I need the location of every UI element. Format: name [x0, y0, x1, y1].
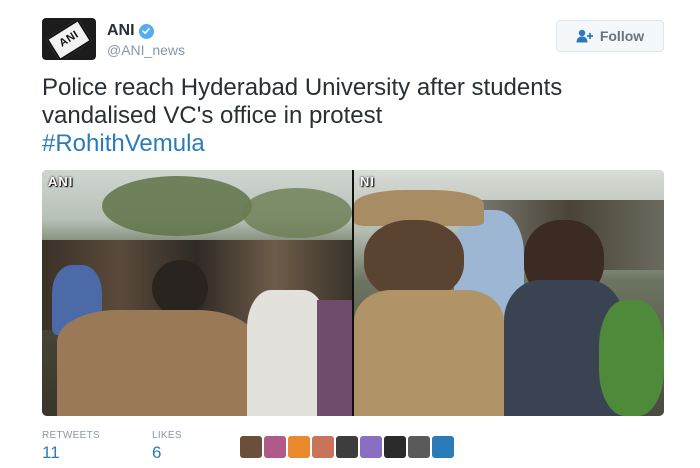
person-head [152, 260, 208, 316]
add-user-icon [576, 29, 593, 43]
author-name[interactable]: ANI [107, 22, 135, 40]
liker-avatar[interactable] [336, 436, 358, 458]
watermark-left: ANI [48, 174, 74, 189]
liker-avatar[interactable] [312, 436, 334, 458]
police-uniform [57, 310, 257, 416]
retweets-count: 11 [42, 443, 60, 462]
police-uniform [354, 290, 504, 416]
media-photo-left[interactable]: ANI [42, 170, 352, 416]
likes-stat[interactable]: LIKES 6 [152, 430, 182, 463]
tweet-body: Police reach Hyderabad University after … [42, 74, 563, 129]
ani-logo: ANI [57, 28, 81, 50]
liker-avatars [240, 436, 454, 458]
tweet-stats: RETWEETS 11 LIKES 6 [42, 430, 182, 463]
tweet-media[interactable]: ANI NI [42, 170, 664, 416]
likes-label: LIKES [151, 430, 182, 441]
tweet-card: ANI ANI @ANI_news Follow Police reach Hy… [0, 0, 700, 468]
liker-avatar[interactable] [408, 436, 430, 458]
follow-button[interactable]: Follow [556, 20, 664, 52]
liker-avatar[interactable] [384, 436, 406, 458]
tree-canopy [242, 188, 352, 238]
liker-avatar[interactable] [240, 436, 262, 458]
media-photo-right[interactable]: NI [354, 170, 664, 416]
verified-badge-icon [138, 23, 154, 39]
avatar[interactable]: ANI [42, 18, 96, 60]
author-block: ANI @ANI_news [107, 22, 185, 58]
retweets-stat[interactable]: RETWEETS 11 [42, 430, 100, 463]
liker-avatar[interactable] [264, 436, 286, 458]
person [247, 290, 327, 416]
person [317, 300, 352, 416]
liker-avatar[interactable] [432, 436, 454, 458]
tree-canopy [102, 176, 252, 236]
retweets-label: RETWEETS [42, 430, 100, 441]
name-row: ANI [107, 22, 185, 40]
liker-avatar[interactable] [360, 436, 382, 458]
likes-count: 6 [151, 443, 162, 462]
tweet-text: Police reach Hyderabad University after … [42, 74, 662, 158]
watermark-right: NI [360, 174, 375, 189]
author-handle[interactable]: @ANI_news [107, 42, 185, 58]
person-head [364, 220, 464, 300]
hashtag-link[interactable]: #RohithVemula [42, 130, 662, 158]
liker-avatar[interactable] [288, 436, 310, 458]
follow-label: Follow [599, 28, 645, 44]
plant-leaves [599, 300, 664, 416]
